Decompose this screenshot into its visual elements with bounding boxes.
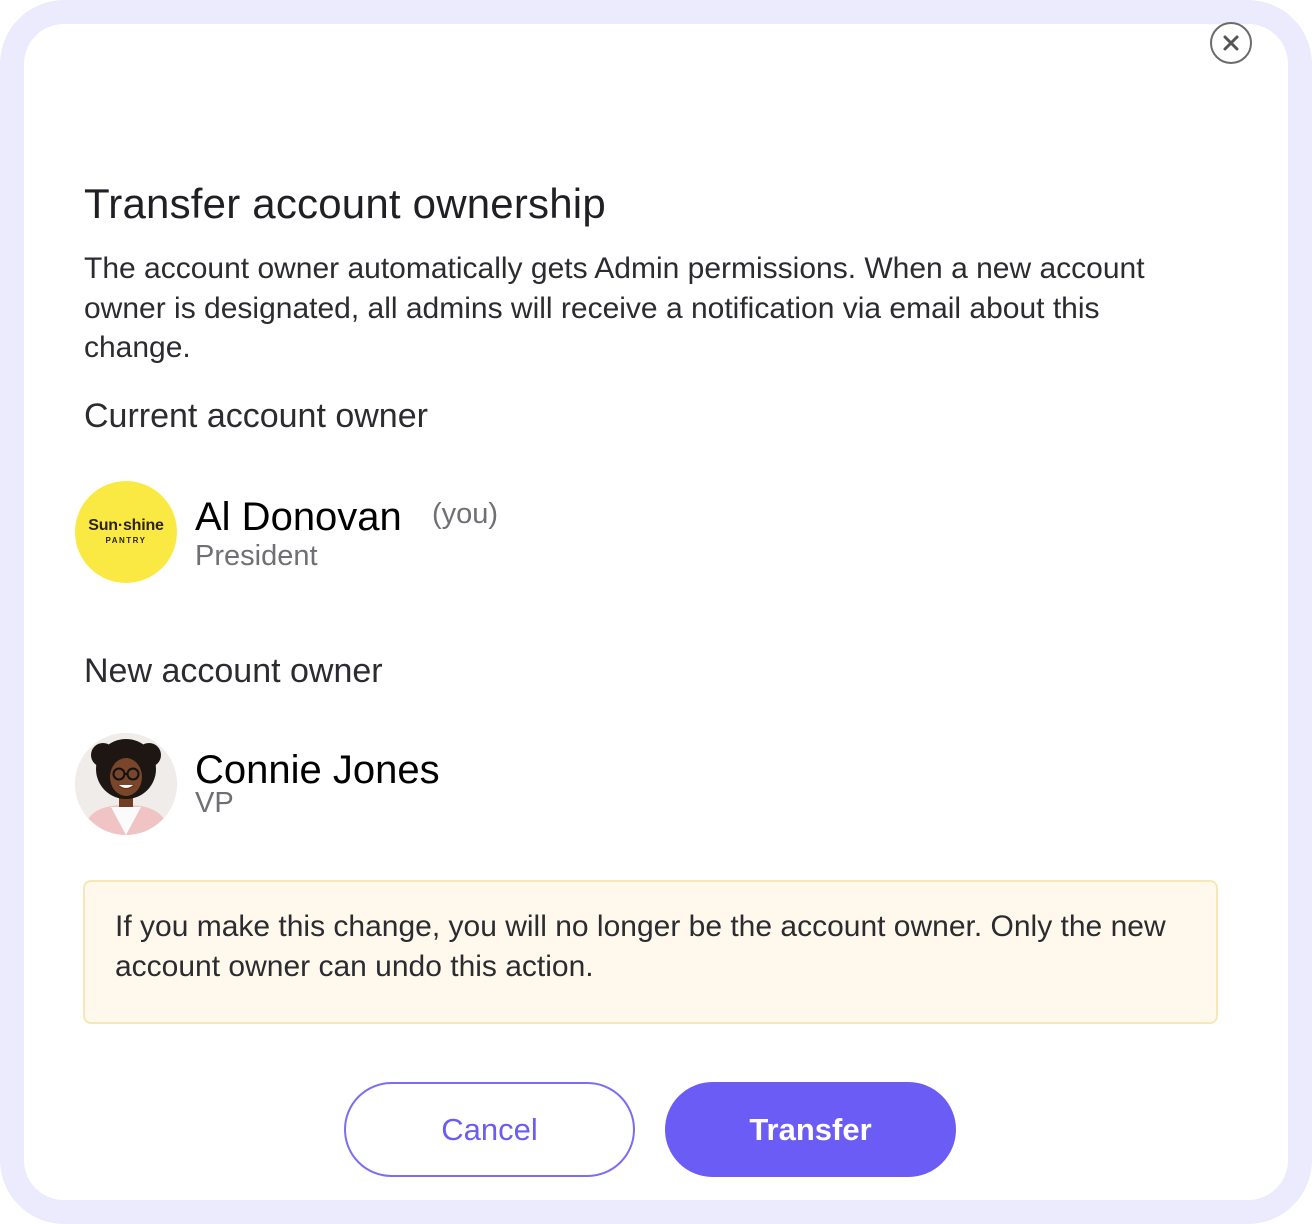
current-owner-avatar: Sun·shine PANTRY bbox=[75, 481, 177, 583]
current-owner-role: President bbox=[195, 540, 318, 572]
close-icon bbox=[1223, 35, 1239, 51]
current-owner-name: Al Donovan bbox=[195, 495, 402, 539]
new-owner-avatar bbox=[75, 733, 177, 835]
current-owner-label: Current account owner bbox=[84, 397, 428, 435]
warning-callout: If you make this change, you will no lon… bbox=[83, 880, 1218, 1024]
cancel-button[interactable]: Cancel bbox=[344, 1082, 635, 1177]
close-button[interactable] bbox=[1210, 22, 1252, 64]
new-owner-role: VP bbox=[195, 787, 234, 819]
person-photo-icon bbox=[75, 733, 177, 835]
transfer-button[interactable]: Transfer bbox=[665, 1082, 956, 1177]
logo-subtext: PANTRY bbox=[105, 536, 147, 545]
new-owner-label: New account owner bbox=[84, 652, 383, 690]
you-tag: (you) bbox=[432, 498, 499, 530]
modal-description: The account owner automatically gets Adm… bbox=[84, 252, 1145, 364]
warning-text: If you make this change, you will no lon… bbox=[115, 910, 1166, 983]
transfer-ownership-modal: Transfer account ownership The account o… bbox=[0, 0, 1312, 1224]
modal-title: Transfer account ownership bbox=[84, 180, 606, 227]
logo-text: Sun·shine bbox=[88, 517, 164, 534]
